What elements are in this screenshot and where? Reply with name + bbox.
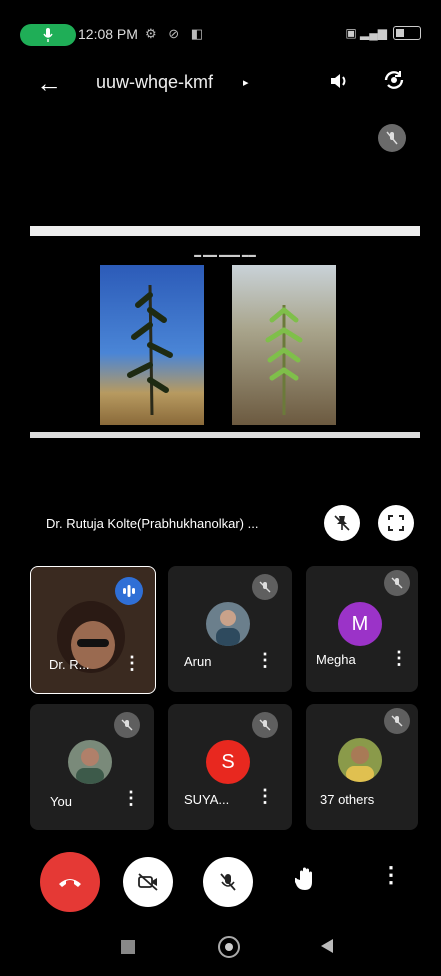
fullscreen-button[interactable] <box>378 505 414 541</box>
meeting-info-caret-icon[interactable]: ▸ <box>243 76 249 89</box>
presenter-muted-icon <box>378 124 406 152</box>
mic-off-icon <box>220 873 236 891</box>
avatar-letter: S <box>221 750 235 773</box>
camera-off-icon <box>138 873 158 891</box>
switch-camera-icon[interactable] <box>382 68 406 97</box>
meeting-code[interactable]: uuw-whqe-kmf <box>96 72 213 93</box>
avatar: M <box>338 602 382 646</box>
presenter-name: Dr. Rutuja Kolte(Prabhukhanolkar) ... <box>46 516 259 531</box>
more-options-button[interactable]: ⋮ <box>380 862 402 888</box>
back-arrow-icon[interactable]: ← <box>36 68 62 99</box>
unpin-button[interactable] <box>324 505 360 541</box>
mic-icon <box>43 28 53 42</box>
status-time: 12:08 PM <box>78 26 138 42</box>
more-options-icon[interactable]: ⋮ <box>256 786 274 807</box>
fullscreen-icon <box>388 515 404 531</box>
slide-image-left <box>100 265 204 425</box>
participant-name: Megha <box>316 652 356 667</box>
battery-icon <box>393 26 421 40</box>
muted-icon <box>252 574 278 600</box>
participant-tile[interactable]: Dr. R... ⋮ <box>30 566 156 694</box>
unpin-icon <box>334 515 350 531</box>
slide-image-right <box>232 265 336 425</box>
muted-icon <box>384 708 410 734</box>
muted-icon <box>114 712 140 738</box>
participant-tile[interactable]: Arun ⋮ <box>168 566 292 692</box>
participant-tile[interactable]: S SUYA... ⋮ <box>168 704 292 830</box>
avatar-letter: M <box>351 612 369 635</box>
active-call-pill[interactable] <box>20 24 76 46</box>
avatar <box>338 738 382 782</box>
participant-tile[interactable]: You ⋮ <box>30 704 154 830</box>
participant-name: Arun <box>184 654 212 669</box>
camera-toggle-button[interactable] <box>123 857 173 907</box>
slide-heading-line: ▬ ▬▬ ▬▬▬ ▬▬ <box>194 252 256 259</box>
status-right-icons: ▣ ▂▄▆ <box>345 26 421 40</box>
slide-bottom-strip <box>30 432 420 438</box>
mic-toggle-button[interactable] <box>203 857 253 907</box>
status-notification-icons: ⚙ ⊘ ◧ <box>145 26 208 41</box>
muted-icon <box>252 712 278 738</box>
hang-up-icon <box>59 879 81 887</box>
participant-name: SUYA... <box>184 792 230 807</box>
end-call-button[interactable] <box>40 852 100 912</box>
participant-name: Dr. R... <box>49 657 90 672</box>
others-count: 37 others <box>320 792 375 807</box>
avatar <box>206 602 250 646</box>
raise-hand-button[interactable] <box>293 866 317 897</box>
participant-name: You <box>50 794 72 809</box>
more-options-icon[interactable]: ⋮ <box>122 788 140 809</box>
slide-top-strip <box>30 226 420 236</box>
raise-hand-icon <box>293 867 312 890</box>
recents-icon[interactable] <box>121 940 135 954</box>
speaking-indicator-icon <box>115 577 143 605</box>
avatar <box>68 740 112 784</box>
home-icon[interactable] <box>218 936 240 958</box>
avatar: S <box>206 740 250 784</box>
more-options-icon[interactable]: ⋮ <box>256 650 274 671</box>
signal-icon: ▣ ▂▄▆ <box>345 26 387 40</box>
more-options-icon[interactable]: ⋮ <box>390 648 408 669</box>
participant-tile[interactable]: M Megha ⋮ <box>306 566 418 692</box>
more-options-icon[interactable]: ⋮ <box>123 653 141 674</box>
back-nav-icon[interactable] <box>320 938 334 959</box>
others-tile[interactable]: 37 others <box>306 704 418 830</box>
muted-icon <box>384 570 410 596</box>
speaker-icon[interactable] <box>328 70 350 97</box>
